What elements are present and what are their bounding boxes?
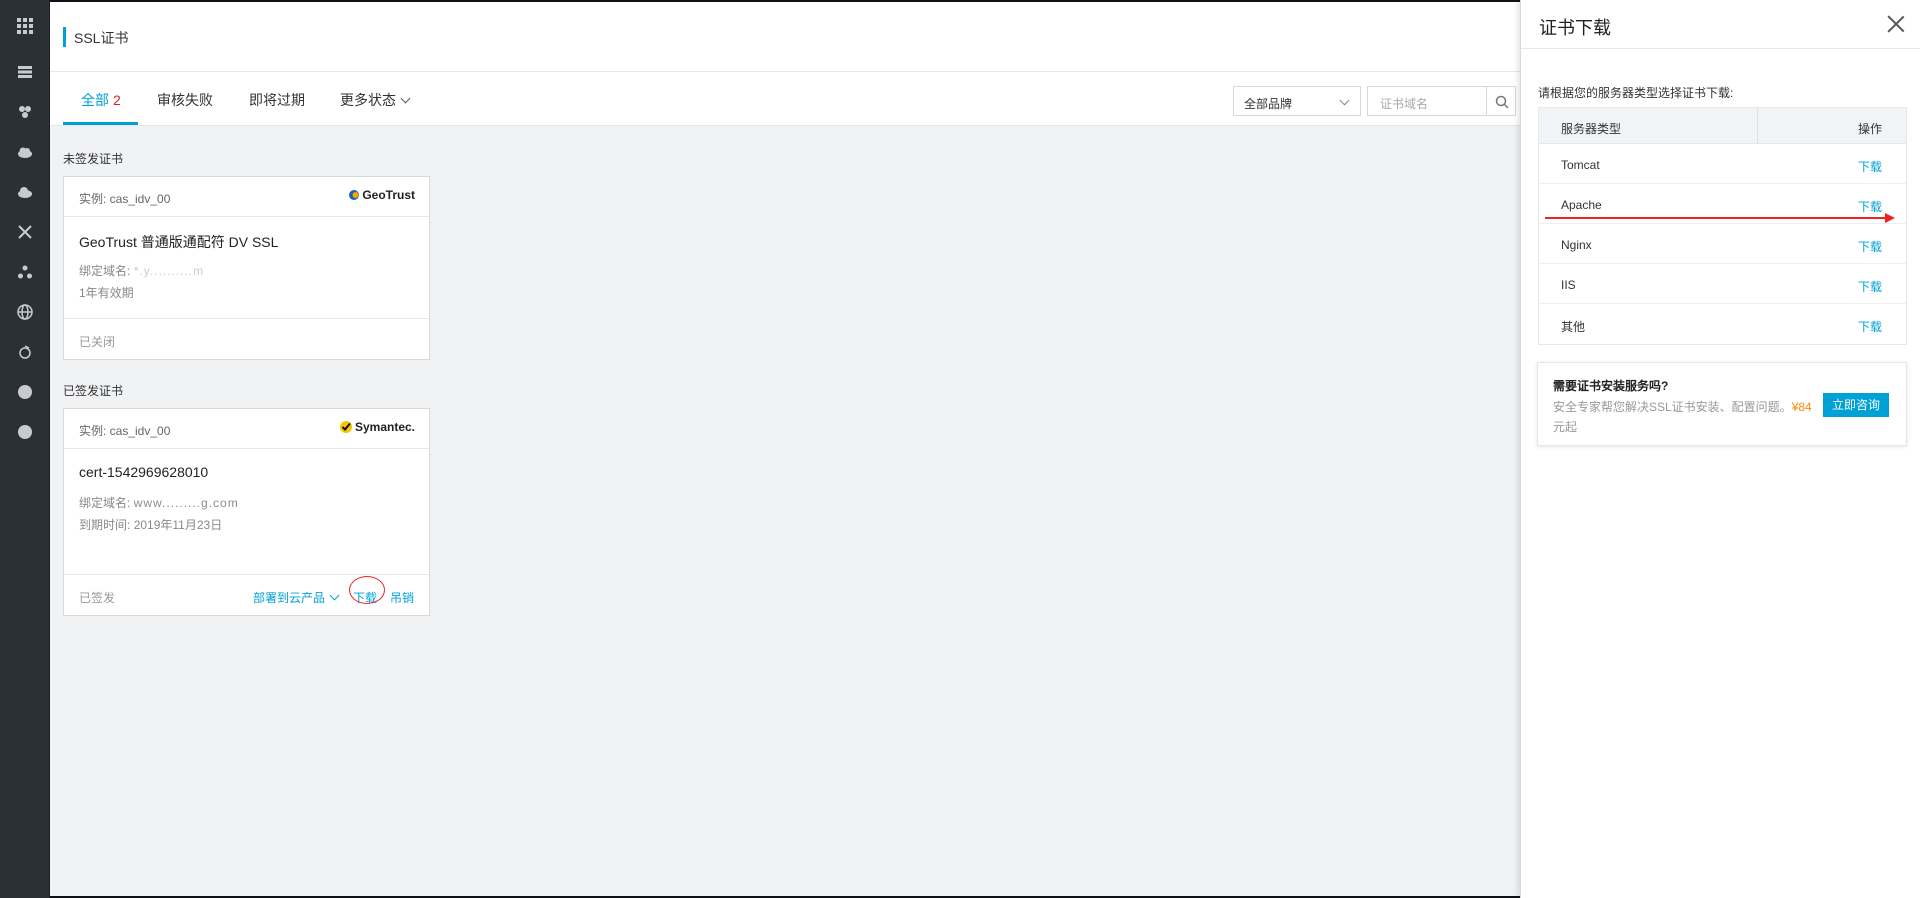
download-nginx-button[interactable]: 下载: [1858, 238, 1882, 255]
drawer-divider: [1521, 48, 1920, 49]
annotation-arrow-line: [1545, 217, 1887, 219]
consult-now-button[interactable]: 立即咨询: [1823, 393, 1889, 417]
section-issued-label: 已签发证书: [63, 384, 124, 398]
card-footer: 已关闭: [64, 319, 429, 359]
status-badge: 已关闭: [79, 335, 116, 349]
promo-price: ¥84: [1791, 400, 1812, 414]
promo-title: 需要证书安装服务吗?: [1553, 379, 1669, 393]
download-iis-button[interactable]: 下载: [1858, 278, 1882, 295]
annotation-arrow-head: [1885, 213, 1895, 223]
expire-date: 到期时间: 2019年11月23日: [79, 516, 222, 533]
search-icon: [1495, 95, 1509, 109]
tabs-bar: 全部 2 审核失败 即将过期 更多状态 全部品牌 证书域名: [50, 72, 1520, 126]
network-icon[interactable]: [15, 222, 35, 242]
card-header: 实例: cas_idv_00 GeoTrust: [64, 177, 429, 217]
bound-domain: 绑定域名: www.........g.com: [79, 494, 239, 511]
col-action: 操作: [1857, 122, 1882, 136]
column-separator: [1757, 108, 1758, 144]
geotrust-logo-text: GeoTrust: [362, 188, 415, 202]
table-row: IIS 下载: [1539, 264, 1906, 304]
main-content: SSL证书 全部 2 审核失败 即将过期 更多状态 全部品牌 证书域名 未签发证书…: [50, 2, 1520, 896]
bound-domain-label: 绑定域名:: [79, 264, 131, 278]
tab-more-status[interactable]: 更多状态: [340, 90, 411, 110]
tab-expiring[interactable]: 即将过期: [249, 90, 305, 110]
server-name: Tomcat: [1561, 158, 1600, 172]
chevron-down-icon: [1339, 95, 1350, 106]
server-icon[interactable]: [15, 62, 35, 82]
brand-select[interactable]: 全部品牌: [1233, 86, 1361, 116]
download-apache-button[interactable]: 下载: [1858, 198, 1882, 215]
nodes-icon[interactable]: [15, 102, 35, 122]
symantec-logo-text: Symantec.: [354, 420, 415, 434]
card-body: GeoTrust 普通版通配符 DV SSL 绑定域名: *.y........…: [64, 217, 429, 319]
cert-card-geotrust: 实例: cas_idv_00 GeoTrust GeoTrust 普通版通配符 …: [63, 176, 430, 360]
server-type-table: 服务器类型 操作 Tomcat 下载 Apache 下载 Nginx 下载 II…: [1538, 107, 1907, 345]
search-button[interactable]: [1486, 86, 1516, 116]
col-server-type: 服务器类型: [1561, 122, 1622, 136]
close-icon[interactable]: [1886, 14, 1906, 34]
symantec-logo: Symantec.: [339, 420, 415, 434]
tab-more-status-label: 更多状态: [340, 92, 396, 108]
server-name: IIS: [1561, 278, 1576, 292]
card-header: 实例: cas_idv_00 Symantec.: [64, 409, 429, 449]
apps-grid-icon[interactable]: [15, 16, 35, 36]
cert-name: GeoTrust 普通版通配符 DV SSL: [79, 234, 279, 250]
dot-icon[interactable]: [15, 422, 35, 442]
chevron-down-icon: [329, 590, 340, 601]
left-nav: [0, 0, 50, 898]
table-row: 其他 下载: [1539, 304, 1906, 344]
domain-search-input[interactable]: 证书域名: [1367, 86, 1487, 116]
revoke-button[interactable]: 吊销: [390, 589, 414, 606]
title-bar: SSL证书: [50, 2, 1520, 72]
shield-icon[interactable]: [15, 342, 35, 362]
tab-all[interactable]: 全部 2: [81, 90, 121, 110]
cert-name: cert-1542969628010: [79, 464, 209, 480]
section-unissued-label: 未签发证书: [63, 152, 124, 166]
geotrust-logo: GeoTrust: [348, 188, 415, 202]
tab-review-failed[interactable]: 审核失败: [157, 90, 213, 110]
active-tab-indicator: [63, 122, 138, 125]
drawer-title: 证书下载: [1539, 18, 1611, 38]
promo-description: 安全专家帮您解决SSL证书安装、配置问题。: [1553, 400, 1792, 414]
title-accent: [63, 27, 66, 47]
deploy-label: 部署到云产品: [253, 591, 326, 605]
card-instance: 实例: cas_idv_00: [79, 424, 171, 438]
server-name: 其他: [1561, 320, 1586, 334]
cloud-upload-icon[interactable]: [15, 182, 35, 202]
tab-all-count: 2: [113, 92, 121, 108]
promo-text: 安全专家帮您解决SSL证书安装、配置问题。¥84 元起: [1553, 397, 1823, 437]
expire-label: 到期时间:: [79, 518, 131, 532]
bound-domain-value: www.........g.com: [133, 496, 239, 510]
card-instance: 实例: cas_idv_00: [79, 192, 171, 206]
globe-icon[interactable]: [15, 302, 35, 322]
annotation-circle: [349, 576, 385, 604]
server-name: Apache: [1561, 198, 1602, 212]
validity: 1年有效期: [79, 286, 134, 300]
table-row: Tomcat 下载: [1539, 144, 1906, 184]
card-body: cert-1542969628010 绑定域名: www.........g.c…: [64, 449, 429, 575]
cloud-icon[interactable]: [15, 142, 35, 162]
brand-select-value: 全部品牌: [1244, 97, 1293, 111]
table-header: 服务器类型 操作: [1539, 108, 1906, 144]
table-row: Nginx 下载: [1539, 224, 1906, 264]
page-title: SSL证书: [74, 30, 129, 46]
cluster-icon[interactable]: [15, 262, 35, 282]
status-badge: 已签发: [79, 591, 116, 605]
install-service-promo: 需要证书安装服务吗? 安全专家帮您解决SSL证书安装、配置问题。¥84 元起 立…: [1537, 362, 1907, 446]
tab-all-label: 全部: [81, 92, 109, 108]
download-tomcat-button[interactable]: 下载: [1858, 158, 1882, 175]
bound-domain-label: 绑定域名:: [79, 496, 131, 510]
chevron-down-icon: [400, 93, 411, 104]
dot-icon[interactable]: [15, 382, 35, 402]
promo-unit: 元起: [1553, 420, 1578, 434]
deploy-to-cloud-button[interactable]: 部署到云产品: [253, 589, 340, 606]
expire-value: 2019年11月23日: [133, 518, 223, 532]
server-name: Nginx: [1561, 238, 1592, 252]
download-other-button[interactable]: 下载: [1858, 318, 1882, 335]
drawer-description: 请根据您的服务器类型选择证书下载:: [1538, 86, 1734, 100]
bound-domain: 绑定域名: *.y..........m: [79, 262, 204, 279]
download-drawer: 证书下载 请根据您的服务器类型选择证书下载: 服务器类型 操作 Tomcat 下…: [1520, 0, 1920, 898]
bound-domain-value: *.y..........m: [133, 264, 205, 278]
